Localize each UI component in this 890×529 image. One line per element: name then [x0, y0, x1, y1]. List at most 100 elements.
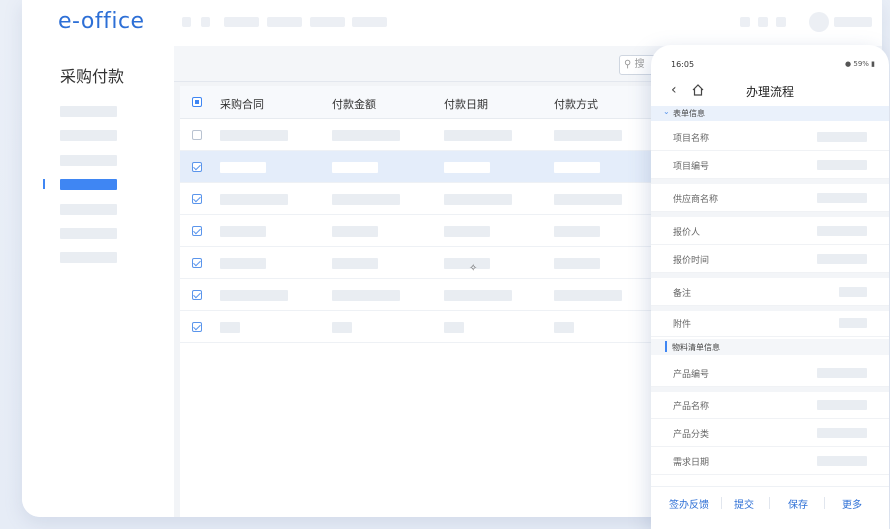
mobile-preview: 16:05 ● 59% ▮ ‹ 办理流程 ⌄ 表单信息 项目名称 项目编号 供应… [651, 45, 889, 529]
search-placeholder: 搜 [634, 59, 645, 70]
chevron-down-icon: ⌄ [663, 107, 670, 116]
row-checkbox[interactable] [192, 258, 202, 268]
sidebar-item[interactable] [60, 130, 117, 141]
row-checkbox[interactable] [192, 194, 202, 204]
field-row[interactable]: 报价时间 [651, 245, 889, 273]
row-checkbox[interactable] [192, 162, 202, 172]
field-row[interactable]: 产品分类 [651, 419, 889, 447]
cell-placeholder [220, 130, 288, 141]
field-value-placeholder [817, 193, 867, 203]
row-checkbox[interactable] [192, 290, 202, 300]
cell-placeholder [220, 258, 266, 269]
sidebar-item[interactable] [60, 252, 117, 263]
field-row[interactable]: 产品名称 [651, 391, 889, 419]
column-header-method[interactable]: 付款方式 [554, 96, 598, 112]
field-row[interactable]: 供应商名称 [651, 184, 889, 212]
cell-placeholder [554, 290, 622, 301]
field-value-placeholder [817, 400, 867, 410]
avatar[interactable] [809, 12, 829, 32]
field-value-placeholder [817, 428, 867, 438]
status-bar: 16:05 ● 59% ▮ [651, 45, 889, 69]
column-header-amount[interactable]: 付款金额 [332, 96, 376, 112]
section-marker [665, 341, 667, 352]
sidebar-item-active[interactable] [60, 179, 117, 190]
stage: e-office 采购付款 ⚲ 搜 采购合同 付款金额 付款日期 付款方式 ✧ … [0, 0, 890, 529]
table-row[interactable] [180, 247, 670, 279]
section-title: 表单信息 [673, 109, 705, 118]
action-bar: 签办反馈 提交 保存 更多 [651, 486, 889, 516]
sidebar-item[interactable] [60, 228, 117, 239]
section-form-info[interactable]: ⌄ 表单信息 [651, 106, 889, 121]
section-material-list[interactable]: 物料清单信息 [651, 339, 889, 355]
feedback-button[interactable]: 签办反馈 [669, 496, 709, 511]
table-row[interactable] [180, 279, 670, 311]
row-checkbox[interactable] [192, 322, 202, 332]
sidebar-item[interactable] [60, 106, 117, 117]
field-row[interactable]: 需求日期 [651, 447, 889, 475]
field-row[interactable]: 附件 [651, 309, 889, 337]
table-row-selected[interactable] [180, 151, 670, 183]
column-header-contract[interactable]: 采购合同 [220, 96, 264, 112]
top-menu-placeholder[interactable] [352, 17, 387, 27]
cell-placeholder [220, 162, 266, 173]
sidebar-item[interactable] [60, 155, 117, 166]
field-row[interactable]: 产品编号 [651, 359, 889, 387]
top-menu-placeholder[interactable] [224, 17, 259, 27]
save-button[interactable]: 保存 [788, 496, 808, 511]
more-button[interactable]: 更多 [842, 496, 862, 511]
battery-percent: 59% [853, 60, 869, 68]
cursor-crosshair-icon: ✧ [469, 263, 478, 274]
field-label: 报价人 [673, 228, 701, 238]
cell-placeholder [444, 130, 512, 141]
payment-table: 采购合同 付款金额 付款日期 付款方式 [180, 86, 670, 517]
table-header: 采购合同 付款金额 付款日期 付款方式 [180, 86, 670, 119]
cell-placeholder [444, 258, 490, 269]
section-title: 物料清单信息 [672, 343, 720, 352]
row-checkbox[interactable] [192, 226, 202, 236]
top-right-icon-placeholder[interactable] [776, 17, 786, 27]
app-logo[interactable]: e-office [58, 9, 145, 34]
user-name-placeholder[interactable] [834, 17, 872, 27]
field-label: 需求日期 [673, 458, 710, 468]
column-header-date[interactable]: 付款日期 [444, 96, 488, 112]
top-right-icon-placeholder[interactable] [740, 17, 750, 27]
field-value-placeholder [817, 254, 867, 264]
cell-placeholder [220, 290, 288, 301]
cell-placeholder [332, 162, 378, 173]
field-value-placeholder [839, 287, 867, 297]
field-row[interactable]: 报价人 [651, 217, 889, 245]
table-row[interactable] [180, 183, 670, 215]
cell-placeholder [554, 226, 600, 237]
field-value-placeholder [817, 456, 867, 466]
field-label: 报价时间 [673, 256, 710, 266]
field-row[interactable]: 备注 [651, 278, 889, 306]
row-checkbox[interactable] [192, 130, 202, 140]
separator [721, 497, 722, 509]
sidebar-item[interactable] [60, 204, 117, 215]
field-label: 项目编号 [673, 162, 710, 172]
cell-placeholder [444, 194, 512, 205]
table-row[interactable] [180, 311, 670, 343]
separator [769, 497, 770, 509]
top-menu-placeholder[interactable] [310, 17, 345, 27]
cell-placeholder [444, 162, 490, 173]
field-label: 产品编号 [673, 370, 710, 380]
field-row[interactable]: 项目名称 [651, 123, 889, 151]
table-row[interactable] [180, 119, 670, 151]
cell-placeholder [554, 194, 622, 205]
top-right-icon-placeholder[interactable] [758, 17, 768, 27]
submit-button[interactable]: 提交 [734, 496, 754, 511]
cell-placeholder [220, 194, 288, 205]
nav-title: 办理流程 [745, 85, 794, 99]
table-row[interactable] [180, 215, 670, 247]
field-row[interactable]: 项目编号 [651, 151, 889, 179]
cell-placeholder [332, 194, 400, 205]
top-menu-placeholder[interactable] [267, 17, 302, 27]
field-label: 产品分类 [673, 430, 710, 440]
top-bar: e-office [22, 0, 882, 46]
cell-placeholder [554, 130, 622, 141]
cell-placeholder [444, 322, 464, 333]
select-all-checkbox[interactable] [192, 97, 202, 107]
top-icon-placeholder[interactable] [182, 17, 191, 27]
top-icon-placeholder[interactable] [201, 17, 210, 27]
